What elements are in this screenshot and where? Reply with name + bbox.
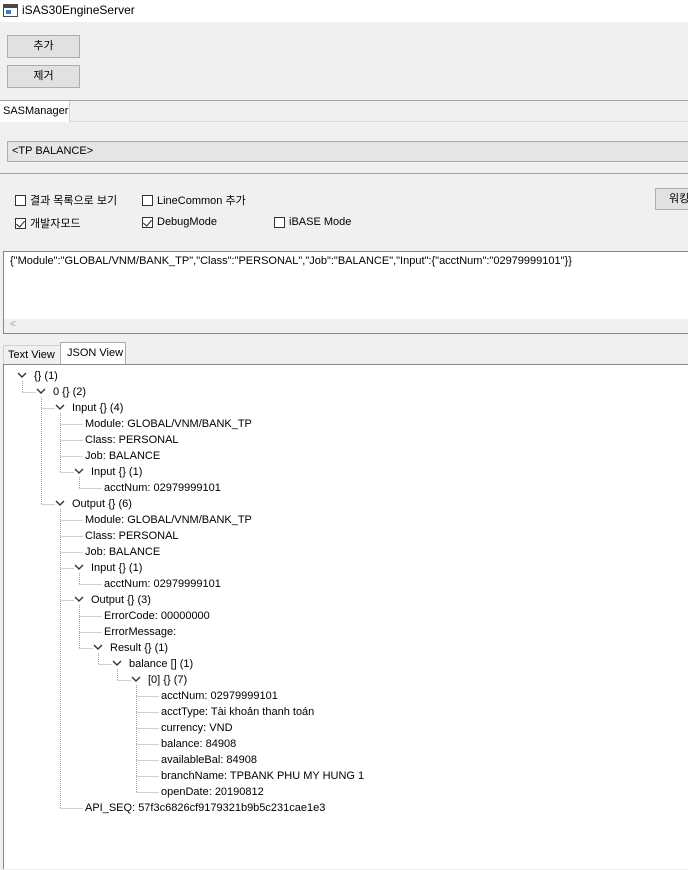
tree-node[interactable]: acctNum: 02979999101 — [104, 481, 221, 495]
tree-node[interactable]: [0] {} (7) — [148, 673, 187, 687]
tree-node[interactable]: balance [] (1) — [129, 657, 193, 671]
tab-sasmanager[interactable]: SASManager — [0, 101, 70, 122]
tree-node[interactable]: 0 {} (2) — [53, 385, 86, 399]
checkbox-label: iBASE Mode — [289, 216, 352, 228]
checkbox-box[interactable] — [142, 216, 153, 228]
chevron-down-icon[interactable] — [73, 561, 85, 577]
tree-node[interactable]: Result {} (1) — [110, 641, 168, 655]
tab-json-view[interactable]: JSON View — [60, 342, 126, 365]
chevron-down-icon[interactable] — [111, 657, 123, 673]
debug-mode-checkbox[interactable]: DebugMode — [142, 216, 217, 228]
separator — [0, 100, 688, 101]
json-tree-view[interactable]: {} (1) 0 {} (2) Input {} (4) Module: GLOBAL… — [3, 364, 688, 869]
chevron-down-icon[interactable] — [73, 465, 85, 481]
chevron-down-icon[interactable] — [16, 369, 28, 385]
checkbox-box[interactable] — [15, 217, 26, 229]
tree-node[interactable]: API_SEQ: 57f3c6826cf9179321b9b5c231cae1e… — [85, 801, 325, 815]
app-window-icon — [3, 4, 18, 17]
tree-node[interactable]: Input {} (1) — [91, 465, 142, 479]
checkbox-label: DebugMode — [157, 216, 217, 228]
tree-node[interactable]: openDate: 20190812 — [161, 785, 264, 799]
tree-node[interactable]: ErrorMessage: — [104, 625, 176, 639]
chevron-down-icon[interactable] — [54, 401, 66, 417]
request-input[interactable]: {"Module":"GLOBAL/VNM/BANK_TP","Class":"… — [3, 251, 688, 334]
window-title: iSAS30EngineServer — [22, 3, 135, 17]
chevron-down-icon[interactable] — [35, 385, 47, 401]
title-bar: iSAS30EngineServer — [0, 0, 688, 22]
checkbox-box[interactable] — [15, 194, 26, 206]
chevron-down-icon[interactable] — [73, 593, 85, 609]
chevron-down-icon[interactable] — [54, 497, 66, 513]
dev-mode-checkbox[interactable]: 개발자모드 — [15, 215, 81, 231]
job-select[interactable]: <TP BALANCE> — [7, 141, 688, 162]
tab-strip-line — [70, 121, 688, 122]
tree-node[interactable]: Class: PERSONAL — [85, 433, 179, 447]
tree-node[interactable]: acctType: Tài khoản thanh toán — [161, 705, 314, 719]
tree-node[interactable]: Output {} (6) — [72, 497, 132, 511]
tree-node[interactable]: ErrorCode: 00000000 — [104, 609, 210, 623]
chevron-down-icon[interactable] — [130, 673, 142, 689]
checkbox-label: 결과 목록으로 보기 — [30, 195, 118, 207]
tree-node[interactable]: balance: 84908 — [161, 737, 236, 751]
checkbox-box[interactable] — [142, 194, 153, 206]
result-list-checkbox[interactable]: 결과 목록으로 보기 — [15, 192, 117, 208]
tree-node[interactable]: Module: GLOBAL/VNM/BANK_TP — [85, 417, 252, 431]
working-button[interactable]: 워킹 — [655, 188, 688, 210]
tree-node[interactable]: {} (1) — [34, 369, 58, 383]
tree-node[interactable]: Input {} (4) — [72, 401, 123, 415]
tree-node[interactable]: availableBal: 84908 — [161, 753, 257, 767]
request-text[interactable]: {"Module":"GLOBAL/VNM/BANK_TP","Class":"… — [10, 255, 572, 267]
separator — [0, 173, 688, 174]
tree-node[interactable]: Job: BALANCE — [85, 545, 160, 559]
tree-node[interactable]: acctNum: 02979999101 — [104, 577, 221, 591]
scroll-left-icon[interactable]: < — [10, 319, 16, 330]
tree-node[interactable]: Input {} (1) — [91, 561, 142, 575]
tab-text-view[interactable]: Text View — [3, 345, 61, 364]
remove-button[interactable]: 제거 — [7, 65, 80, 88]
tree-node[interactable]: Job: BALANCE — [85, 449, 160, 463]
checkbox-box[interactable] — [274, 216, 285, 228]
ibase-mode-checkbox[interactable]: iBASE Mode — [274, 216, 351, 228]
horizontal-scrollbar[interactable]: < — [4, 319, 688, 333]
tree-node[interactable]: acctNum: 02979999101 — [161, 689, 278, 703]
linecommon-checkbox[interactable]: LineCommon 추가 — [142, 192, 246, 208]
checkbox-label: LineCommon 추가 — [157, 195, 246, 207]
tree-node[interactable]: Class: PERSONAL — [85, 529, 179, 543]
chevron-down-icon[interactable] — [92, 641, 104, 657]
tree-node[interactable]: branchName: TPBANK PHU MY HUNG 1 — [161, 769, 364, 783]
tree-node[interactable]: Output {} (3) — [91, 593, 151, 607]
add-button[interactable]: 추가 — [7, 35, 80, 58]
tree-node[interactable]: currency: VND — [161, 721, 233, 735]
tree-node[interactable]: Module: GLOBAL/VNM/BANK_TP — [85, 513, 252, 527]
checkbox-label: 개발자모드 — [30, 218, 81, 230]
